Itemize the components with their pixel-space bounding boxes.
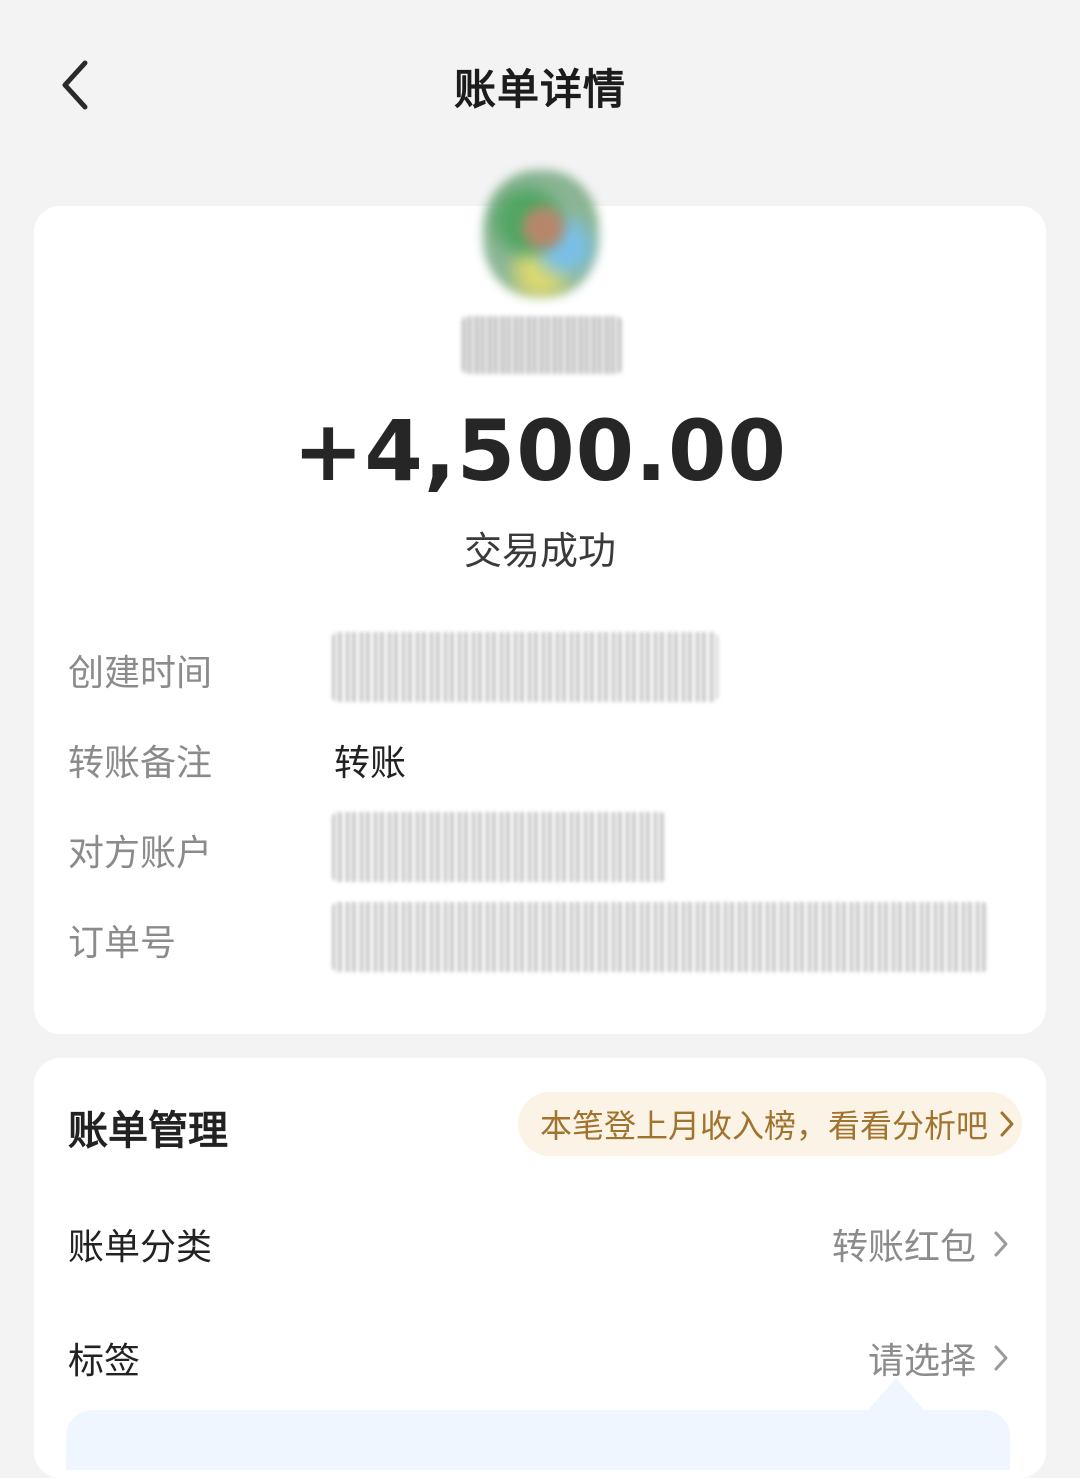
transaction-status: 交易成功 [463,529,616,573]
account-value-redacted [332,812,666,882]
chevron-right-icon [992,1343,1010,1373]
chevron-right-icon [992,1229,1010,1259]
tag-value: 请选择 [867,1341,976,1382]
account-label: 对方账户 [68,833,213,874]
order-number-value-redacted [332,902,988,972]
remark-label: 转账备注 [68,743,213,784]
income-ranking-promo[interactable]: 本笔登上月收入榜，看看分析吧 [518,1092,1022,1156]
page-title: 账单详情 [453,65,626,114]
header: 账单详情 [0,0,1080,170]
tooltip-panel [66,1410,1010,1470]
promo-text: 本笔登上月收入榜，看看分析吧 [540,1107,989,1145]
order-number-label: 订单号 [68,923,177,964]
tooltip-pointer [868,1378,924,1410]
tag-label: 标签 [68,1341,141,1382]
created-time-value-redacted [332,632,718,702]
counterparty-name-redacted [462,316,622,374]
tag-selector[interactable]: 请选择 [868,1332,1010,1384]
bill-management-title: 账单管理 [68,1108,228,1154]
created-time-label: 创建时间 [68,653,213,694]
avatar [483,170,599,298]
bill-category-selector[interactable]: 转账红包 [832,1218,1010,1270]
bill-category-label: 账单分类 [68,1227,213,1268]
chevron-right-icon [998,1109,1016,1139]
remark-value: 转账 [334,743,407,784]
bill-category-value: 转账红包 [831,1227,976,1268]
transaction-amount: +4,500.00 [293,402,787,500]
